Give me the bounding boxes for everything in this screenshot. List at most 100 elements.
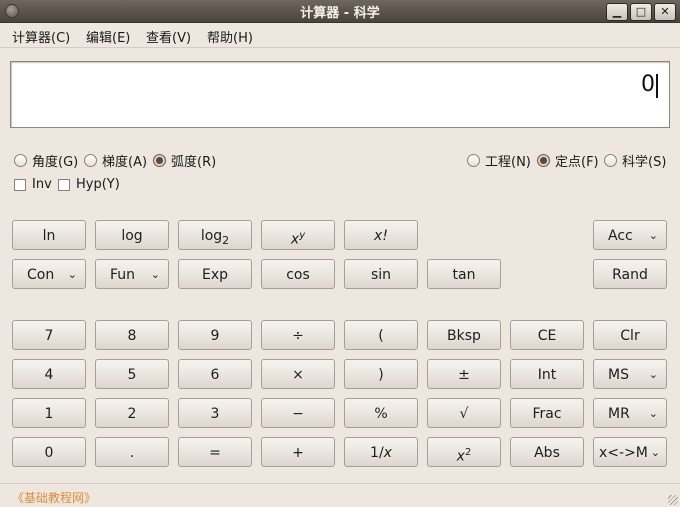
digit-4-button[interactable]: 4: [12, 359, 86, 389]
digit-3-button[interactable]: 3: [178, 398, 252, 428]
fraction-button[interactable]: Frac: [510, 398, 584, 428]
digit-2-button[interactable]: 2: [95, 398, 169, 428]
close-button[interactable]: ✕: [654, 3, 676, 21]
equals-button[interactable]: =: [178, 437, 252, 467]
memory-store-label: MS: [608, 367, 629, 383]
accuracy-dropdown[interactable]: Acc ⌄: [593, 220, 667, 250]
integer-button[interactable]: Int: [510, 359, 584, 389]
close-paren-button[interactable]: ): [344, 359, 418, 389]
radio-degrees-indicator: [14, 154, 27, 167]
factorial-button[interactable]: x!: [344, 220, 418, 250]
exp-button[interactable]: Exp: [178, 259, 252, 289]
minimize-button[interactable]: ▁: [606, 3, 628, 21]
square-exponent: 2: [464, 447, 472, 458]
radio-scientific-label: 科学(S): [622, 155, 667, 170]
radio-engineering-indicator: [467, 154, 480, 167]
reciprocal-prefix: 1/: [370, 445, 384, 461]
checkbox-hyp-label: Hyp(Y): [76, 177, 120, 192]
ln-button[interactable]: ln: [12, 220, 86, 250]
menu-view[interactable]: 查看(V): [146, 27, 191, 46]
menu-calculator[interactable]: 计算器(C): [12, 27, 70, 46]
radio-degrees-label: 角度(G): [32, 155, 79, 170]
plus-minus-button[interactable]: ±: [427, 359, 501, 389]
percent-button[interactable]: %: [344, 398, 418, 428]
checkbox-inv-label: Inv: [32, 177, 52, 192]
chevron-down-icon: ⌄: [67, 268, 77, 281]
sin-button[interactable]: sin: [344, 259, 418, 289]
radio-radians[interactable]: 弧度(R): [153, 151, 216, 170]
clear-entry-button[interactable]: CE: [510, 320, 584, 350]
tan-button[interactable]: tan: [427, 259, 501, 289]
chevron-down-icon: ⌄: [648, 368, 658, 381]
digit-9-button[interactable]: 9: [178, 320, 252, 350]
constants-label: Con: [27, 267, 55, 283]
radio-gradians-label: 梯度(A): [102, 155, 148, 170]
memory-recall-dropdown[interactable]: MR ⌄: [593, 398, 667, 428]
log2-button[interactable]: log2: [178, 220, 252, 250]
radio-radians-indicator: [153, 154, 166, 167]
add-button[interactable]: +: [261, 437, 335, 467]
absolute-button[interactable]: Abs: [510, 437, 584, 467]
display-value: 0: [641, 72, 655, 97]
decimal-point-button[interactable]: .: [95, 437, 169, 467]
subtract-button[interactable]: −: [261, 398, 335, 428]
digit-5-button[interactable]: 5: [95, 359, 169, 389]
reciprocal-variable: x: [383, 445, 392, 461]
result-display[interactable]: 0: [10, 61, 670, 128]
constants-dropdown[interactable]: Con ⌄: [12, 259, 86, 289]
radio-scientific[interactable]: 科学(S): [604, 151, 666, 170]
memory-recall-label: MR: [608, 406, 630, 422]
radio-radians-label: 弧度(R): [171, 155, 217, 170]
log-button[interactable]: log: [95, 220, 169, 250]
radio-gradians[interactable]: 梯度(A): [84, 151, 147, 170]
resize-grip-icon[interactable]: [668, 495, 678, 505]
square-base: x: [456, 448, 465, 465]
chevron-down-icon: ⌄: [648, 407, 658, 420]
maximize-button[interactable]: □: [630, 3, 652, 21]
radio-fixed-indicator: [537, 154, 550, 167]
cos-button[interactable]: cos: [261, 259, 335, 289]
digit-7-button[interactable]: 7: [12, 320, 86, 350]
clear-button[interactable]: Clr: [593, 320, 667, 350]
divide-button[interactable]: ÷: [261, 320, 335, 350]
functions-label: Fun: [110, 267, 136, 283]
menu-edit[interactable]: 编辑(E): [86, 27, 130, 46]
radio-engineering[interactable]: 工程(N): [467, 151, 531, 170]
open-paren-button[interactable]: (: [344, 320, 418, 350]
text-cursor: [656, 74, 658, 98]
checkbox-hyp-box: [58, 178, 70, 191]
title-bar: 计算器 - 科学 ▁ □ ✕: [0, 0, 680, 23]
chevron-down-icon: ⌄: [150, 268, 160, 281]
digit-0-button[interactable]: 0: [12, 437, 86, 467]
random-button[interactable]: Rand: [593, 259, 667, 289]
status-separator: [0, 483, 680, 484]
radio-degrees[interactable]: 角度(G): [14, 151, 78, 170]
square-button[interactable]: x2: [427, 437, 501, 467]
power-base: x: [290, 231, 300, 248]
backspace-button[interactable]: Bksp: [427, 320, 501, 350]
radio-fixed-label: 定点(F): [555, 155, 599, 170]
exchange-memory-dropdown[interactable]: x<->M ⌄: [593, 437, 667, 467]
radio-scientific-indicator: [604, 154, 617, 167]
menu-bar: 计算器(C) 编辑(E) 查看(V) 帮助(H): [0, 23, 680, 48]
menu-help[interactable]: 帮助(H): [207, 27, 253, 46]
memory-store-dropdown[interactable]: MS ⌄: [593, 359, 667, 389]
radio-gradians-indicator: [84, 154, 97, 167]
checkbox-hyp[interactable]: Hyp(Y): [58, 177, 120, 192]
chevron-down-icon: ⌄: [650, 446, 660, 459]
power-exponent: y: [299, 230, 306, 241]
radio-fixed[interactable]: 定点(F): [537, 151, 599, 170]
accuracy-label: Acc: [608, 228, 633, 244]
functions-dropdown[interactable]: Fun ⌄: [95, 259, 169, 289]
multiply-button[interactable]: ×: [261, 359, 335, 389]
checkbox-inv[interactable]: Inv: [14, 177, 52, 192]
power-button[interactable]: xy: [261, 220, 335, 250]
log2-base: log: [200, 228, 223, 244]
digit-6-button[interactable]: 6: [178, 359, 252, 389]
reciprocal-button[interactable]: 1/x: [344, 437, 418, 467]
factorial-label: x!: [374, 228, 388, 244]
digit-8-button[interactable]: 8: [95, 320, 169, 350]
square-root-button[interactable]: √: [427, 398, 501, 428]
digit-1-button[interactable]: 1: [12, 398, 86, 428]
radio-engineering-label: 工程(N): [485, 155, 531, 170]
